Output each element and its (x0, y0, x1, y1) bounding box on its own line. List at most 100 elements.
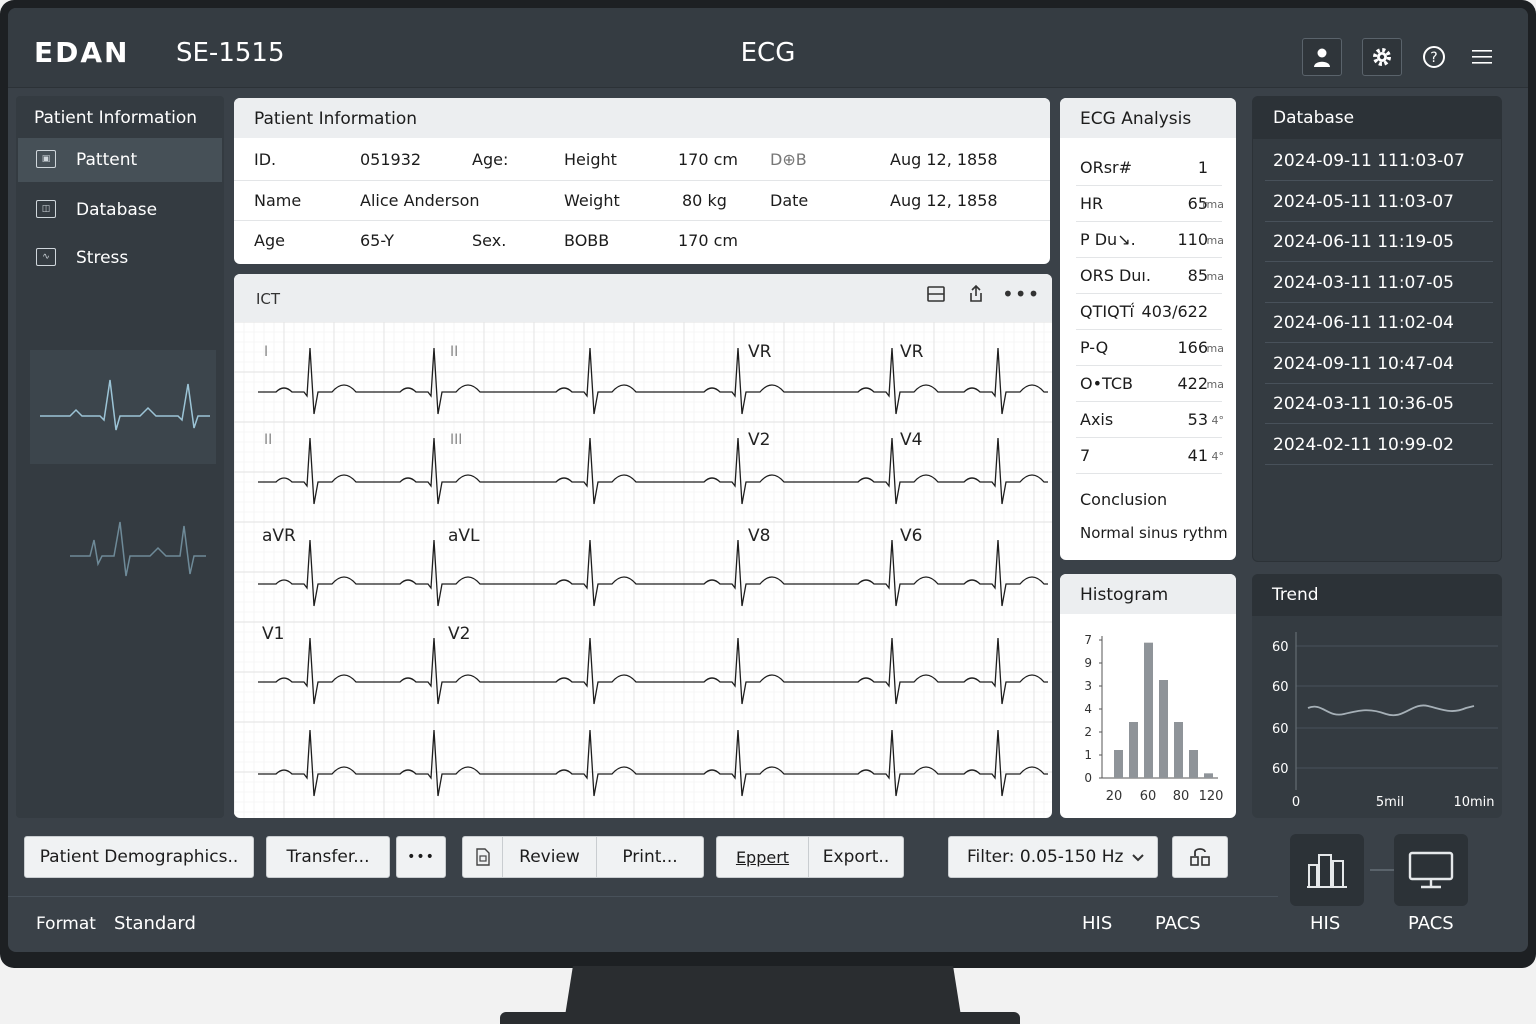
analysis-unit: ma (1206, 378, 1224, 391)
database-record[interactable]: 2024-09-11 111:03-07 (1265, 141, 1493, 181)
layout-button[interactable] (926, 284, 946, 309)
patient-info-panel: Patient Information ID. 051932 Age: Heig… (234, 98, 1050, 264)
field-label: Name (254, 191, 302, 210)
user-button[interactable] (1302, 38, 1342, 76)
field-label: Height (564, 150, 617, 169)
database-record[interactable]: 2024-02-11 10:99-02 (1265, 425, 1493, 465)
patient-row: Name Alice Anderson Weight 80 kg Date Au… (234, 180, 1050, 220)
histogram-chart: 7 9 3 4 2 1 0 20 60 80 120 (1084, 633, 1224, 804)
share-icon (970, 284, 982, 302)
analysis-unit: 4° (1211, 414, 1225, 427)
his-link[interactable]: HIS (1082, 913, 1112, 934)
analysis-unit: 4° (1211, 450, 1225, 463)
eppert-button[interactable]: Eppert (717, 837, 809, 877)
lead-label: aVR (262, 526, 296, 546)
gear-icon (1373, 48, 1391, 66)
sidebar-item-database[interactable]: ◫ Database (18, 188, 222, 232)
filter-select[interactable]: Filter: 0.05-150 Hz (948, 836, 1158, 878)
analysis-unit: ma (1206, 342, 1224, 355)
lead-label: VR (748, 342, 772, 362)
ecg-waveform-panel: ICT ••• I II VR VR II III V2 V4 aVR aVL … (234, 274, 1052, 818)
review-icon-button[interactable] (463, 837, 503, 877)
ecg-analysis-title: ECG Analysis (1060, 98, 1236, 138)
histogram-bar (1159, 680, 1168, 778)
x-tick: 120 (1199, 789, 1224, 804)
sidebar-item-label: Database (76, 200, 158, 220)
his-big-button[interactable] (1290, 834, 1364, 906)
y-tick: 60 (1272, 680, 1289, 695)
sidebar-item-patient[interactable]: ▣ Pattent (18, 138, 222, 182)
review-button[interactable]: Review (503, 837, 597, 877)
database-title: Database (1253, 97, 1501, 139)
more-options-icon[interactable]: ••• (1002, 282, 1040, 306)
screen: EDAN SE-1515 ECG ? Patient Information ▣… (8, 8, 1528, 952)
field-label: ID. (254, 150, 277, 169)
top-bar: EDAN SE-1515 ECG ? (8, 8, 1528, 88)
database-record[interactable]: 2024-03-11 11:07-05 (1265, 263, 1493, 303)
trend-chart: 60 60 60 60 0 5mil 10min (1272, 632, 1498, 810)
pacs-big-label: PACS (1408, 913, 1454, 934)
database-record[interactable]: 2024-05-11 11:03-07 (1265, 182, 1493, 222)
database-record[interactable]: 2024-06-11 11:19-05 (1265, 222, 1493, 262)
pacs-big-button[interactable] (1394, 834, 1468, 906)
analysis-value: 403/622 (1141, 302, 1208, 321)
export-button[interactable]: Export.. (809, 837, 903, 877)
conclusion-text: Normal sinus rythm (1080, 524, 1228, 542)
pacs-link[interactable]: PACS (1155, 913, 1201, 934)
share-button[interactable] (966, 284, 986, 309)
more-button[interactable]: ••• (396, 836, 446, 878)
database-record[interactable]: 2024-09-11 10:47-04 (1265, 344, 1493, 384)
analysis-row: Axis 53 4° (1076, 402, 1225, 438)
analysis-label: Axis (1080, 410, 1114, 429)
ecg-view-label: ICT (256, 290, 281, 308)
histogram-bar (1114, 750, 1123, 778)
patient-row: Age 65-Y Sex. BOBB 170 cm (234, 220, 1050, 260)
help-icon: ? (1423, 46, 1445, 68)
monitor-icon (1408, 851, 1454, 889)
menu-button[interactable] (1462, 38, 1502, 76)
lead-label: aVL (448, 526, 480, 546)
histogram-bar (1189, 750, 1198, 778)
lock-button[interactable] (1172, 836, 1228, 878)
his-big-label: HIS (1310, 913, 1341, 934)
settings-button[interactable] (1362, 38, 1402, 76)
field-label: Sex. (472, 231, 507, 250)
sidebar-ecg-preview (30, 350, 216, 464)
patient-demographics-button[interactable]: Patient Demographics.. (24, 836, 254, 878)
field-value: 170 cm (678, 231, 739, 250)
layout-icon (927, 286, 945, 302)
ecg-trace (258, 347, 1048, 415)
analysis-row: QTIQTḯ 403/622 (1076, 294, 1222, 330)
field-label: Date (770, 191, 809, 210)
svg-text:?: ? (1430, 50, 1437, 66)
field-label: Weight (564, 191, 620, 210)
database-record[interactable]: 2024-03-11 10:36-05 (1265, 384, 1493, 424)
sidebar-item-stress[interactable]: ∿ Stress (18, 236, 222, 280)
format-value[interactable]: Standard (114, 913, 196, 934)
sidebar: Patient Information ▣ Pattent ◫ Database… (16, 96, 224, 818)
patient-info-title: Patient Information (234, 98, 1050, 138)
histogram-bar (1204, 773, 1213, 778)
field-value: 170 cm (678, 150, 739, 169)
transfer-button[interactable]: Transfer... (266, 836, 390, 878)
field-value: 051932 (360, 150, 422, 169)
trend-title: Trend (1252, 574, 1502, 616)
analysis-unit: ma (1206, 234, 1224, 247)
filter-value: Filter: 0.05-150 Hz (967, 847, 1124, 867)
y-tick: 9 (1084, 656, 1092, 670)
analysis-value: 85 (1187, 266, 1208, 285)
field-value: Alice Anderson (360, 191, 480, 210)
analysis-row: P Du↘. 110 ma (1076, 222, 1224, 258)
patient-icon: ▣ (36, 150, 56, 168)
analysis-row: HR 65 rma (1076, 186, 1224, 222)
database-record[interactable]: 2024-06-11 11:02-04 (1265, 303, 1493, 343)
stress-icon: ∿ (36, 248, 56, 266)
x-tick: 80 (1173, 789, 1190, 804)
help-button[interactable]: ? (1414, 38, 1454, 76)
print-button[interactable]: Print... (597, 837, 703, 877)
x-tick: 20 (1106, 789, 1123, 804)
building-icon (1307, 854, 1347, 888)
connector-line (1370, 869, 1394, 871)
analysis-row: ORsr# 1 (1076, 150, 1222, 186)
field-value: 80 kg (682, 191, 727, 210)
